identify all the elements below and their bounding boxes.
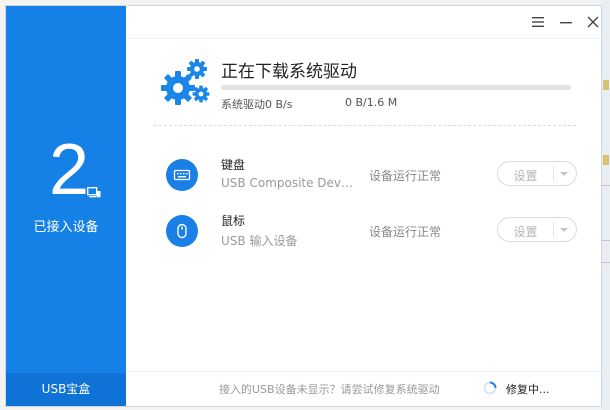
device-model: USB 输入设备	[221, 234, 298, 248]
background-mark	[603, 80, 609, 90]
device-name: 鼠标	[221, 214, 246, 228]
keyboard-icon	[173, 169, 191, 181]
device-model: USB Composite Device	[221, 176, 356, 190]
device-status: 设备运行正常	[369, 169, 442, 183]
device-count: 2	[49, 130, 90, 210]
sidebar: 2 已接入设备 USB宝盒	[6, 6, 126, 406]
title-bar	[126, 6, 601, 39]
download-speed: 系统驱动0 B/s	[221, 98, 293, 111]
background-line	[602, 240, 610, 241]
background-line	[602, 185, 610, 186]
menu-button[interactable]	[530, 14, 546, 30]
settings-button-label[interactable]: 设置	[498, 223, 553, 240]
chevron-down-icon[interactable]	[560, 228, 568, 232]
loading-spinner-icon	[483, 381, 497, 395]
device-status: 设备运行正常	[369, 225, 442, 239]
connected-devices-label: 已接入设备	[33, 220, 99, 235]
close-icon	[587, 16, 599, 28]
download-size: 0 B/1.6 M	[345, 96, 398, 109]
bottom-bar: 接入的USB设备未显示？请尝试修复系统驱动 修复中...	[126, 371, 601, 406]
chevron-down-icon[interactable]	[560, 172, 568, 176]
repair-hint-link[interactable]: 接入的USB设备未显示？请尝试修复系统驱动	[219, 381, 440, 397]
gears-icon	[161, 59, 210, 105]
minimize-button[interactable]	[558, 14, 574, 30]
device-icon-circle	[166, 215, 198, 247]
minimize-icon	[560, 22, 572, 24]
download-progress-bar	[221, 85, 571, 90]
repair-status: 修复中...	[506, 383, 550, 396]
usb-box-label: USB宝盒	[6, 373, 126, 406]
menu-icon	[532, 17, 544, 27]
usb-box-window: 2 已接入设备 USB宝盒 正在下载系统驱动 系统驱动0 B/s 0 B/1.6…	[5, 5, 602, 407]
background-mark	[603, 155, 609, 165]
download-header: 正在下载系统驱动 系统驱动0 B/s 0 B/1.6 M	[126, 39, 601, 125]
close-button[interactable]	[585, 14, 601, 30]
background-line	[602, 262, 610, 263]
device-icon-circle	[166, 159, 198, 191]
settings-dropdown-button[interactable]: 设置	[497, 217, 577, 242]
background-window-edge	[602, 0, 610, 410]
settings-button-label[interactable]: 设置	[498, 167, 553, 184]
device-row-keyboard: 键盘 USB Composite Device 设备运行正常 设置	[126, 152, 601, 202]
section-divider	[154, 125, 576, 126]
device-row-mouse: 鼠标 USB 输入设备 设备运行正常 设置	[126, 208, 601, 258]
devices-icon	[87, 187, 101, 198]
device-name: 键盘	[221, 158, 246, 172]
button-separator	[553, 166, 554, 181]
settings-dropdown-button[interactable]: 设置	[497, 161, 577, 186]
download-title: 正在下载系统驱动	[221, 62, 357, 82]
mouse-icon	[177, 223, 187, 239]
button-separator	[553, 222, 554, 237]
